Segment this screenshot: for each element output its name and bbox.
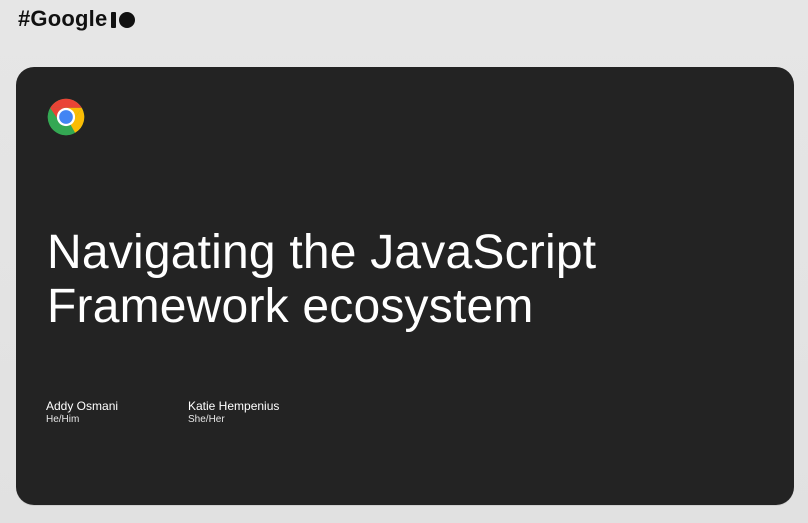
google-io-mark-icon [111, 12, 136, 28]
chrome-icon [47, 98, 85, 136]
brand-bar-icon [111, 12, 117, 28]
title-slide: Navigating the JavaScript Framework ecos… [16, 67, 794, 505]
slide-title-line-2: Framework ecosystem [47, 280, 534, 334]
speaker-pronouns: She/Her [188, 414, 225, 425]
speaker-katie-hempenius: Katie Hempenius She/Her [188, 399, 279, 426]
speaker-name: Addy Osmani [46, 399, 119, 413]
speaker-addy-osmani: Addy Osmani He/Him [46, 399, 118, 426]
speaker-name: Katie Hempenius [188, 399, 280, 413]
slide-title-line-1: Navigating the JavaScript [47, 226, 597, 280]
speaker-pronouns: He/Him [46, 414, 80, 425]
brand-dot-icon [119, 12, 136, 28]
brand-text: #Google [18, 6, 108, 31]
slide-title: Navigating the JavaScript Framework ecos… [47, 226, 757, 334]
google-io-brand: #Google [18, 6, 136, 32]
